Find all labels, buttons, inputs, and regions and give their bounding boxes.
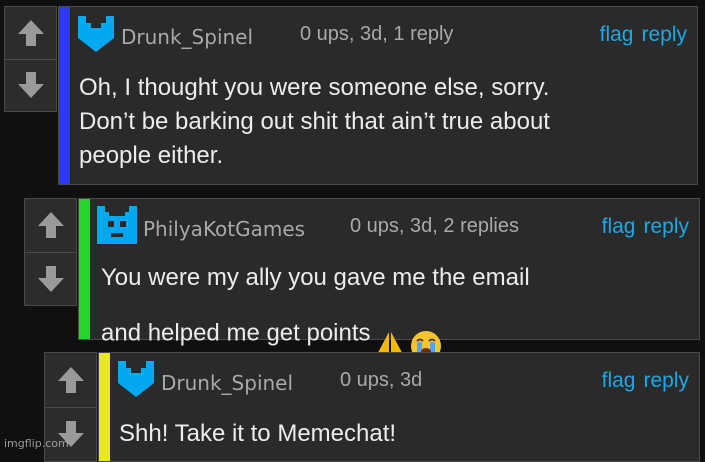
arrow-up-icon xyxy=(17,19,44,46)
downvote-button[interactable] xyxy=(25,251,76,306)
user-avatar-icon[interactable] xyxy=(118,361,154,397)
vote-column xyxy=(4,6,57,112)
comment: Drunk_Spinel 0 ups, 3d flag reply Shh! Ta… xyxy=(44,352,700,462)
comment: Drunk_Spinel 0 ups, 3d, 1 reply flag repl… xyxy=(4,6,698,185)
user-avatar-icon[interactable] xyxy=(97,206,137,244)
flag-link[interactable]: flag xyxy=(602,369,636,392)
comment-card: Drunk_Spinel 0 ups, 3d, 1 reply flag repl… xyxy=(58,6,698,185)
arrow-down-icon xyxy=(17,72,44,99)
comment-card: Drunk_Spinel 0 ups, 3d flag reply Shh! Ta… xyxy=(98,352,700,462)
comment-actions: flag reply xyxy=(594,215,689,239)
arrow-up-icon xyxy=(37,212,64,239)
comment: PhilyaKotGames 0 ups, 3d, 2 replies flag… xyxy=(24,198,700,363)
username-link[interactable]: PhilyaKotGames xyxy=(143,217,305,241)
flag-link[interactable]: flag xyxy=(602,215,636,238)
username-link[interactable]: Drunk_Spinel xyxy=(161,371,293,395)
user-avatar-icon[interactable] xyxy=(78,16,114,52)
reply-link[interactable]: reply xyxy=(643,215,689,238)
upvote-button[interactable] xyxy=(45,353,96,407)
downvote-button[interactable] xyxy=(45,406,96,462)
comment-text-body: You were my ally you gave me the email a… xyxy=(101,264,530,347)
comment-meta: 0 ups, 3d xyxy=(340,369,423,391)
comment-card: PhilyaKotGames 0 ups, 3d, 2 replies flag… xyxy=(78,198,700,363)
comment-actions: flag reply xyxy=(594,369,689,393)
username-link[interactable]: Drunk_Spinel xyxy=(121,25,253,49)
reply-link[interactable]: reply xyxy=(641,23,687,46)
comment-actions: flag reply xyxy=(592,23,687,47)
comment-meta: 0 ups, 3d, 1 reply xyxy=(300,23,454,45)
flag-link[interactable]: flag xyxy=(600,23,634,46)
watermark: imgflip.com xyxy=(4,437,69,450)
arrow-up-icon xyxy=(57,366,84,393)
upvote-button[interactable] xyxy=(5,7,56,59)
arrow-down-icon xyxy=(37,265,64,292)
vote-column xyxy=(24,198,77,306)
upvote-button[interactable] xyxy=(25,199,76,252)
thread-color-bar xyxy=(99,353,110,461)
thread-color-bar xyxy=(79,199,90,339)
comment-meta: 0 ups, 3d, 2 replies xyxy=(350,215,519,237)
comment-text: Shh! Take it to Memechat! xyxy=(119,420,397,447)
reply-link[interactable]: reply xyxy=(643,369,689,392)
downvote-button[interactable] xyxy=(5,58,56,112)
thread-color-bar xyxy=(59,7,70,184)
comment-text: Oh, I thought you were someone else, sor… xyxy=(79,74,550,169)
